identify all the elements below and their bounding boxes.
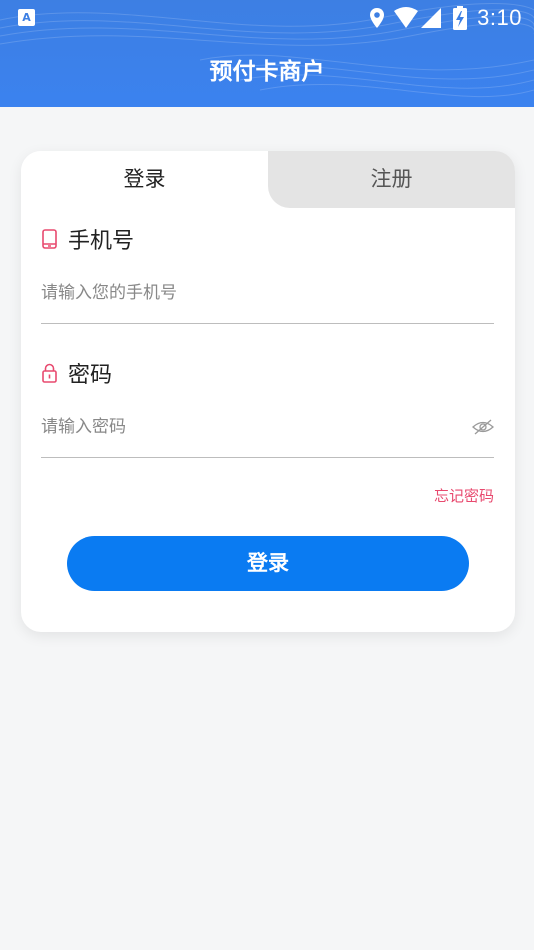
- notification-app-icon: A: [18, 9, 35, 26]
- signal-icon: [421, 8, 442, 28]
- status-right-group: 3:10: [361, 4, 522, 32]
- status-time: 3:10: [477, 5, 522, 30]
- password-label-text: 密码: [68, 363, 113, 388]
- notification-app-icon-letter: A: [22, 11, 31, 24]
- app-header: A 3:10 预付卡商户: [0, 0, 534, 107]
- battery-charging-icon: [453, 6, 468, 30]
- mobile-phone-icon: [42, 229, 57, 249]
- password-field-label: 密码: [41, 357, 112, 389]
- tab-login[interactable]: 登录: [21, 151, 268, 208]
- lock-icon: [42, 363, 57, 383]
- phone-label-text: 手机号: [68, 229, 135, 254]
- page-title: 预付卡商户: [209, 59, 325, 85]
- password-underline: [41, 457, 494, 458]
- auth-tabs: 登录 注册: [21, 151, 515, 208]
- forgot-password-link[interactable]: 忘记密码: [434, 485, 494, 506]
- phone-input[interactable]: [41, 271, 494, 315]
- login-card: 登录 注册 手机号 密码 忘记密码 登录: [21, 151, 515, 632]
- login-button[interactable]: 登录: [67, 536, 469, 591]
- wifi-icon: [394, 7, 419, 28]
- eye-hidden-icon[interactable]: [472, 418, 494, 436]
- password-input[interactable]: [41, 405, 461, 449]
- phone-field-label: 手机号: [41, 223, 134, 255]
- tab-register[interactable]: 注册: [268, 151, 515, 208]
- status-bar: A 3:10: [0, 0, 534, 36]
- location-icon: [370, 8, 385, 28]
- phone-underline: [41, 323, 494, 324]
